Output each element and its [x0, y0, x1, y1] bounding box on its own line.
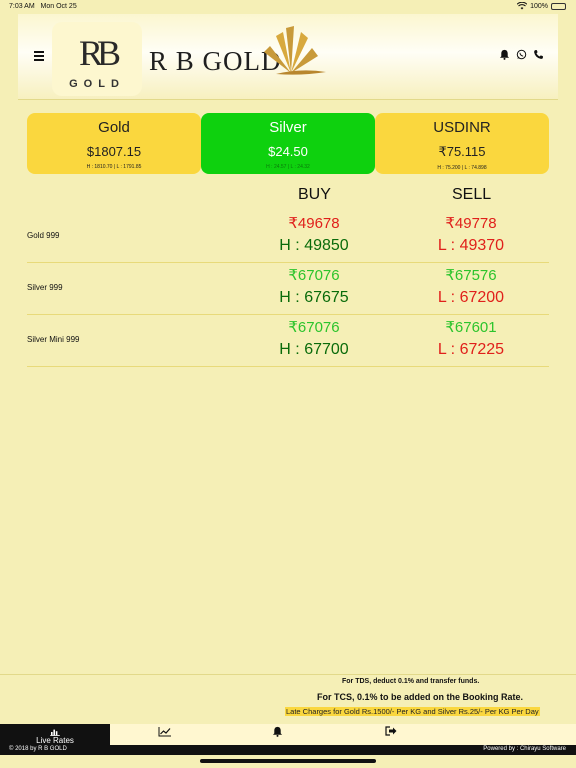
- notification-icon: [272, 726, 282, 737]
- logo-subtitle: GOLD: [69, 78, 125, 90]
- status-clock: 7:03 AM: [9, 3, 35, 10]
- card-price: $24.50: [268, 144, 308, 159]
- table-row: Silver 999 ₹67076 H : 67675 ₹67576 L : 6…: [27, 263, 549, 315]
- buy-cell: ₹49678 H : 49850: [259, 211, 369, 255]
- card-price: $1807.15: [86, 144, 142, 159]
- tds-note: For TDS, deduct 0.1% and transfer funds.: [342, 678, 480, 685]
- menu-icon[interactable]: [34, 51, 44, 63]
- spot-price-cards: Gold $1807.15 H : 1810.70 | L : 1791.85 …: [27, 113, 549, 174]
- home-indicator[interactable]: [200, 759, 376, 763]
- sun-rays-icon: [264, 26, 326, 75]
- card-name: Silver: [269, 119, 307, 136]
- high-value: H : 49850: [279, 237, 349, 254]
- powered-by-text: Powered by : Chirayu Software: [483, 746, 566, 752]
- high-value: H : 67700: [279, 341, 349, 358]
- sell-price: ₹49778: [445, 215, 497, 232]
- sell-cell: ₹49778 L : 49370: [416, 211, 526, 255]
- logo: RB GOLD: [52, 22, 142, 96]
- sell-cell: ₹67576 L : 67200: [416, 263, 526, 307]
- late-charges-note: Late Charges for Gold Rs.1500/- Per KG a…: [285, 707, 540, 716]
- buy-column-header: BUY: [298, 186, 331, 203]
- product-name: Gold 999: [27, 231, 60, 240]
- card-high-low: H : 75.200 | L : 74.898: [437, 165, 487, 171]
- copyright-text: © 2018 by R B GOLD: [9, 746, 67, 752]
- header-actions: [499, 49, 544, 60]
- buy-cell: ₹67076 H : 67675: [259, 263, 369, 307]
- tab-notifications[interactable]: [222, 724, 332, 745]
- status-time: 7:03 AM Mon Oct 25: [9, 3, 77, 10]
- tab-label: Live Rates: [36, 736, 74, 745]
- table-row: Gold 999 ₹49678 H : 49850 ₹49778 L : 493…: [27, 211, 549, 263]
- status-right: 100%: [517, 2, 566, 10]
- low-value: L : 67225: [437, 341, 505, 358]
- high-value: H : 67675: [279, 289, 349, 306]
- card-high-low: H : 24.57 | L : 24.32: [266, 164, 310, 170]
- logo-monogram: RB: [78, 33, 121, 73]
- buy-price: ₹67076: [288, 319, 340, 336]
- rates-header: BUY SELL: [27, 186, 549, 206]
- battery-icon: [551, 2, 566, 10]
- card-gold[interactable]: Gold $1807.15 H : 1810.70 | L : 1791.85: [27, 113, 201, 174]
- tab-live-rates[interactable]: Live Rates: [0, 724, 110, 745]
- card-name: Gold: [98, 119, 130, 136]
- table-row: Silver Mini 999 ₹67076 H : 67700 ₹67601 …: [27, 315, 549, 367]
- bell-icon[interactable]: [499, 49, 510, 60]
- copyright-bar: © 2018 by R B GOLD Powered by : Chirayu …: [0, 745, 576, 755]
- sell-cell: ₹67601 L : 67225: [416, 315, 526, 359]
- buy-price: ₹49678: [288, 215, 340, 232]
- status-bar: 7:03 AM Mon Oct 25 100%: [0, 0, 576, 14]
- product-name: Silver Mini 999: [27, 335, 80, 344]
- card-name: USDINR: [433, 119, 491, 136]
- tab-logout[interactable]: [336, 724, 446, 745]
- status-date: Mon Oct 25: [40, 3, 77, 10]
- buy-price: ₹67076: [288, 267, 340, 284]
- buy-cell: ₹67076 H : 67700: [259, 315, 369, 359]
- bar-chart-icon: [50, 729, 60, 736]
- wifi-icon: [517, 2, 528, 10]
- card-usdinr[interactable]: USDINR ₹75.115 H : 75.200 | L : 74.898: [375, 113, 549, 174]
- tcs-note: For TCS, 0.1% to be added on the Booking…: [317, 692, 524, 702]
- card-price: ₹75.115: [438, 144, 486, 159]
- sell-price: ₹67601: [445, 319, 497, 336]
- low-value: L : 67200: [437, 289, 505, 306]
- footer-notes: For TDS, deduct 0.1% and transfer funds.…: [0, 674, 576, 724]
- whatsapp-icon[interactable]: [516, 49, 527, 60]
- sell-column-header: SELL: [452, 186, 492, 203]
- card-silver[interactable]: Silver $24.50 H : 24.57 | L : 24.32: [201, 113, 375, 174]
- sell-price: ₹67576: [445, 267, 497, 284]
- product-name: Silver 999: [27, 283, 63, 292]
- tab-bar: Live Rates: [0, 724, 576, 745]
- phone-icon[interactable]: [533, 49, 544, 60]
- line-chart-icon: [158, 727, 171, 737]
- logout-icon: [385, 726, 397, 736]
- app-header: RB GOLD R B GOLD: [18, 14, 558, 100]
- card-high-low: H : 1810.70 | L : 1791.85: [86, 164, 142, 170]
- battery-percent: 100%: [530, 2, 548, 10]
- tab-charts[interactable]: [110, 724, 220, 745]
- low-value: L : 49370: [437, 237, 505, 254]
